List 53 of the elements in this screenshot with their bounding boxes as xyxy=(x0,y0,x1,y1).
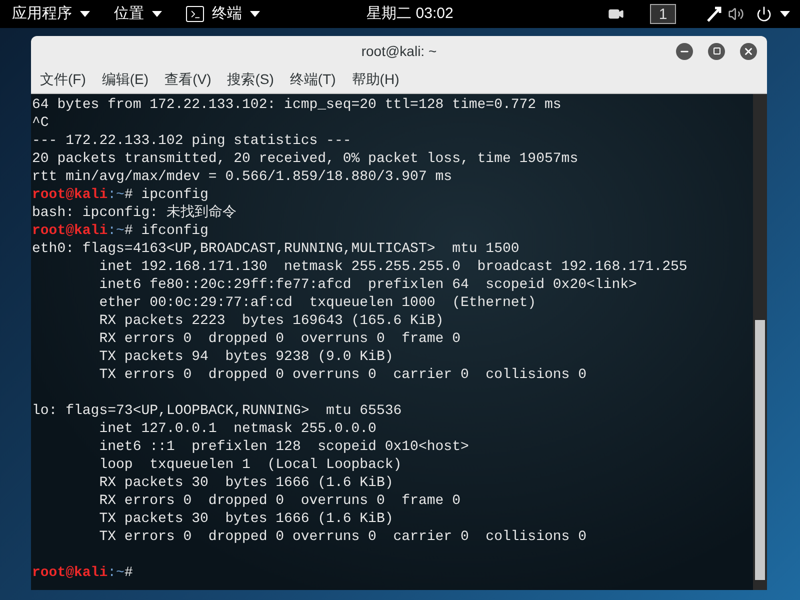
terminal-line: inet6 fe80::20c:29ff:fe77:afcd prefixlen 64 scopeid 0x20<link> xyxy=(98,276,638,294)
terminal-line: root@kali:~# ipconfig xyxy=(32,186,210,204)
terminal-line: inet6 ::1 prefixlen 128 scopeid 0x10<host> xyxy=(98,438,470,456)
power-icon xyxy=(756,6,772,22)
close-button[interactable] xyxy=(740,42,757,60)
terminal-line: bash: ipconfig: 未找到命令 xyxy=(32,204,238,222)
terminal-line: root@kali:~# ifconfig xyxy=(32,222,210,240)
menu-item[interactable]: 搜索(S) xyxy=(221,69,280,90)
terminal-line: eth0: flags=4163<UP,BROADCAST,RUNNING,MULTICAST> mtu 1500 xyxy=(32,240,520,258)
menu-item[interactable]: 编辑(E) xyxy=(96,69,155,90)
top-bar-menu[interactable]: 位置 xyxy=(102,0,174,28)
clock: 星期二 03:02 xyxy=(366,4,454,24)
maximize-button[interactable] xyxy=(708,42,725,60)
terminal-line: root@kali:~# xyxy=(32,564,134,582)
maximize-icon xyxy=(712,47,720,55)
menu-item[interactable]: 文件(F) xyxy=(34,69,92,90)
caret-icon xyxy=(80,11,90,17)
terminal-line: 64 bytes from 172.22.133.102: icmp_seq=20 ttl=128 time=0.772 ms xyxy=(32,96,562,114)
terminal-line: TX packets 94 bytes 9238 (9.0 KiB) xyxy=(98,348,394,366)
close-icon xyxy=(743,46,754,56)
power-menu[interactable] xyxy=(756,6,790,22)
terminal-line: --- 172.22.133.102 ping statistics --- xyxy=(32,132,352,150)
terminal-line: RX packets 2223 bytes 169643 (165.6 KiB) xyxy=(98,312,445,330)
caret-icon xyxy=(152,11,162,17)
terminal-line: RX errors 0 dropped 0 overruns 0 frame 0 xyxy=(98,330,462,348)
terminal-line: 20 packets transmitted, 20 received, 0% packet loss, time 19057ms xyxy=(32,150,580,168)
top-bar-menu[interactable]: 终端 xyxy=(174,0,272,28)
terminal-line: ^C xyxy=(32,114,50,132)
scrollbar-thumb[interactable] xyxy=(755,320,765,580)
scrollbar[interactable] xyxy=(753,94,767,590)
menu-item[interactable]: 查看(V) xyxy=(158,69,218,90)
minimize-button[interactable] xyxy=(676,42,693,60)
network-icon[interactable] xyxy=(706,6,722,22)
menu-item[interactable]: 帮助(H) xyxy=(346,69,406,90)
workspace-indicator[interactable]: 1 xyxy=(650,4,676,24)
terminal-line: TX errors 0 dropped 0 overruns 0 carrier 0 collisions 0 xyxy=(98,528,588,546)
terminal-line: RX packets 30 bytes 1666 (1.6 KiB) xyxy=(98,474,394,492)
terminal-line: RX errors 0 dropped 0 overruns 0 frame 0 xyxy=(98,492,462,510)
volume-icon[interactable] xyxy=(728,6,744,22)
top-bar-menu[interactable]: 应用程序 xyxy=(0,0,102,28)
terminal-line: lo: flags=73<UP,LOOPBACK,RUNNING> mtu 65536 xyxy=(32,402,403,420)
terminal-line: inet 192.168.171.130 netmask 255.255.255.0 broadcast 192.168.171.255 xyxy=(98,258,688,276)
terminal-line: rtt min/avg/max/mdev = 0.566/1.859/18.880/3.907 ms xyxy=(32,168,454,186)
terminal-line: TX errors 0 dropped 0 overruns 0 carrier 0 collisions 0 xyxy=(98,366,588,384)
terminal-line: ether 00:0c:29:77:af:cd txqueuelen 1000 (Ethernet) xyxy=(98,294,538,312)
terminal-icon xyxy=(186,6,204,22)
menu-item[interactable]: 终端(T) xyxy=(284,69,342,90)
caret-icon xyxy=(250,11,260,17)
terminal-line: loop txqueuelen 1 (Local Loopback) xyxy=(98,456,403,474)
window-title: root@kali: ~ xyxy=(361,42,437,60)
terminal-line: TX packets 30 bytes 1666 (1.6 KiB) xyxy=(98,510,394,528)
caret-icon xyxy=(780,11,790,17)
terminal-line: inet 127.0.0.1 netmask 255.0.0.0 xyxy=(98,420,378,438)
